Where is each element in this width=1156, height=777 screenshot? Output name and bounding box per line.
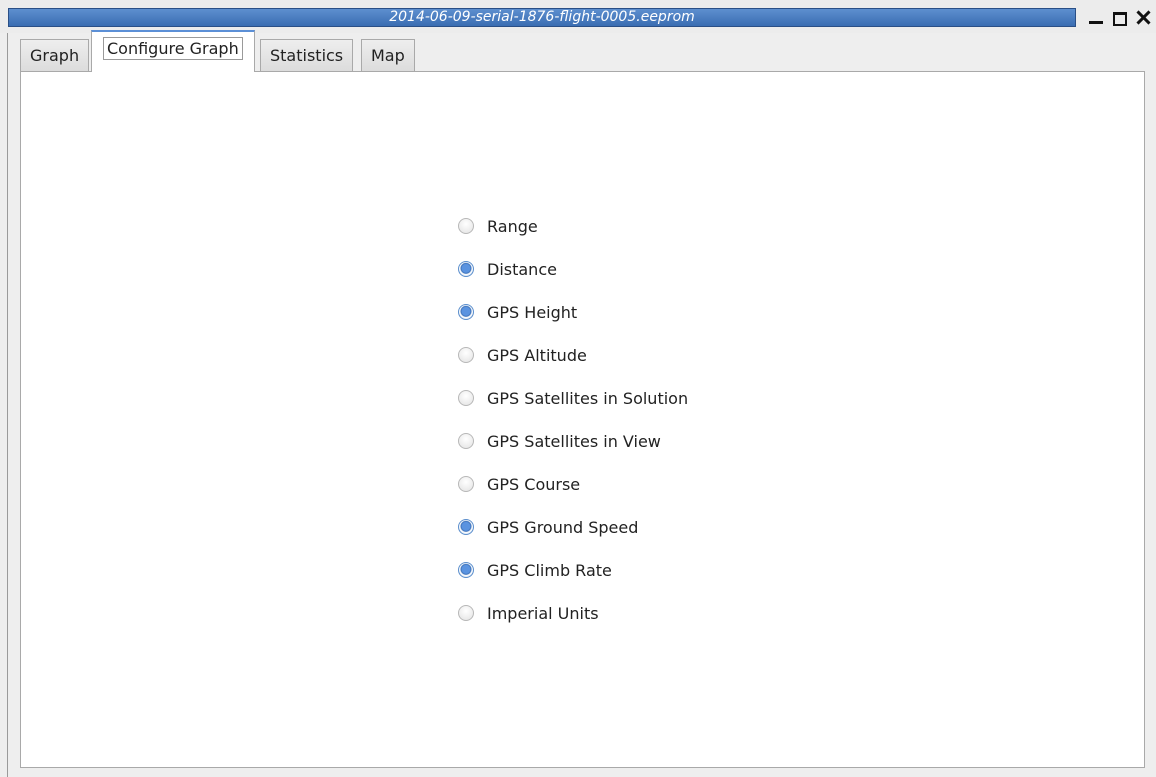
radio-button[interactable]: [458, 562, 474, 578]
tab-bar: Graph Configure Graph Statistics Map: [20, 30, 1140, 72]
window-left-border: [7, 33, 8, 777]
option-label: GPS Satellites in View: [487, 432, 661, 451]
option-label: GPS Course: [487, 475, 581, 494]
radio-button[interactable]: [458, 347, 474, 363]
tab-label: Map: [371, 46, 405, 65]
option-label: GPS Altitude: [487, 346, 587, 365]
tab-label: Graph: [30, 46, 80, 65]
tab-map[interactable]: Map: [361, 39, 415, 71]
tab-label: Statistics: [270, 46, 344, 65]
option-label: GPS Climb Rate: [487, 561, 612, 580]
radio-button[interactable]: [458, 433, 474, 449]
radio-button[interactable]: [458, 304, 474, 320]
option-label: GPS Height: [487, 303, 578, 322]
option-label: Imperial Units: [487, 604, 599, 623]
configure-graph-panel: [20, 71, 1145, 768]
minimize-icon[interactable]: [1086, 7, 1106, 27]
option-label: GPS Satellites in Solution: [487, 389, 689, 408]
radio-button[interactable]: [458, 261, 474, 277]
window-title: 2014-06-09-serial-1876-flight-0005.eepro…: [389, 9, 695, 25]
radio-button[interactable]: [458, 605, 474, 621]
radio-button[interactable]: [458, 519, 474, 535]
close-icon[interactable]: [1134, 7, 1154, 27]
tab-label: Configure Graph: [103, 37, 243, 60]
maximize-icon[interactable]: [1110, 7, 1130, 27]
radio-button[interactable]: [458, 390, 474, 406]
radio-button[interactable]: [458, 218, 474, 234]
window-title-strip[interactable]: 2014-06-09-serial-1876-flight-0005.eepro…: [8, 8, 1076, 27]
radio-button[interactable]: [458, 476, 474, 492]
tab-graph[interactable]: Graph: [20, 39, 90, 71]
option-label: Distance: [487, 260, 557, 279]
option-label: GPS Ground Speed: [487, 518, 639, 537]
title-bar[interactable]: 2014-06-09-serial-1876-flight-0005.eepro…: [0, 0, 1156, 33]
option-label: Range: [487, 217, 538, 236]
tab-configure-graph[interactable]: Configure Graph: [91, 30, 255, 72]
tab-statistics[interactable]: Statistics: [260, 39, 354, 71]
